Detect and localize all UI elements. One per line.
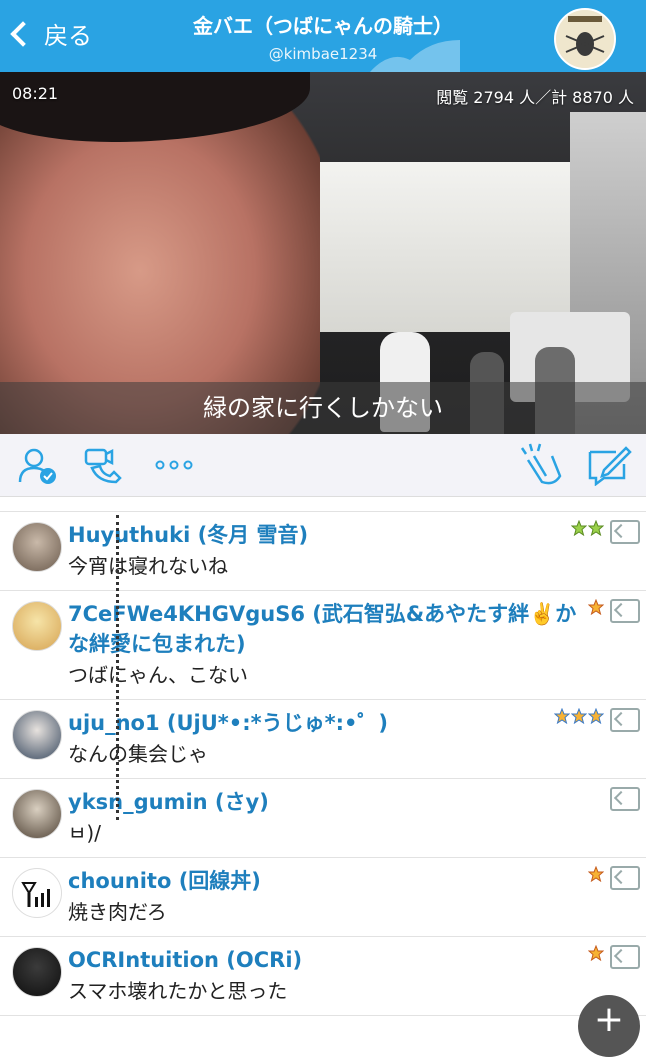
live-video[interactable]: 08:21 閲覧 2794 人／計 8870 人 緑の家に行くしかない: [0, 72, 646, 434]
add-button[interactable]: +: [578, 995, 640, 1057]
comment-list[interactable]: Huyuthuki (冬月 雪音) 今宵は寝れないね 7CeFWe4KHGVgu…: [0, 497, 646, 1024]
stream-subtitle: 緑の家に行くしかない: [0, 382, 646, 434]
partial-comment-row: [0, 497, 646, 512]
reply-icon[interactable]: [610, 787, 640, 811]
commenter-name[interactable]: uju_no1 (UjU*•:*うじゅ*:•゜): [68, 708, 586, 738]
header-wave-decoration: [370, 40, 460, 72]
comment-text: なんの集会じゃ: [68, 742, 208, 766]
commenter-avatar[interactable]: [12, 522, 62, 572]
star-icon: [588, 520, 604, 536]
reply-icon[interactable]: [610, 866, 640, 890]
comment-text: 今宵は寝れないね: [68, 554, 228, 578]
broadcaster-handle: @kimbae1234: [268, 45, 378, 63]
comment-text: 焼き肉だろ: [68, 900, 167, 924]
commenter-name[interactable]: yksn_gumin (さy): [68, 787, 586, 817]
dotted-annotation-line: [116, 515, 129, 820]
comment-item[interactable]: OCRIntuition (OCRi) スマホ壊れたかと思った: [0, 937, 646, 1016]
more-icon[interactable]: [155, 460, 195, 470]
commenter-avatar[interactable]: [12, 601, 62, 651]
broadcaster-avatar[interactable]: [554, 8, 616, 70]
stream-elapsed-time: 08:21: [12, 84, 59, 103]
reply-icon[interactable]: [610, 708, 640, 732]
rank-badge: [588, 945, 604, 961]
comment-text: スマホ壊れたかと思った: [68, 979, 288, 1003]
commenter-avatar[interactable]: [12, 710, 62, 760]
broadcaster-name: 金バエ（つばにゃんの騎士）: [193, 14, 453, 38]
comment-item[interactable]: chounito (回線丼) 焼き肉だろ: [0, 858, 646, 937]
action-toolbar: [0, 434, 646, 497]
commenter-name[interactable]: 7CeFWe4KHGVguS6 (武石智弘&あやたす絆✌️かな絆愛に包まれた): [68, 599, 586, 659]
commenter-name[interactable]: chounito (回線丼): [68, 866, 586, 896]
star-icon: [571, 708, 587, 724]
rank-badge: [588, 599, 604, 615]
app-header: 戻る 金バエ（つばにゃんの騎士） @kimbae1234: [0, 0, 646, 72]
clap-icon[interactable]: [516, 442, 566, 488]
wanted-poster-icon: [556, 10, 614, 68]
star-icon: [588, 708, 604, 724]
reply-icon[interactable]: [610, 599, 640, 623]
signal-bars-icon: [21, 882, 50, 907]
reply-icon[interactable]: [610, 520, 640, 544]
viewer-count: 閲覧 2794 人／計 8870 人: [436, 88, 634, 107]
comment-text: ㅂ)/: [68, 821, 101, 845]
comment-item[interactable]: Huyuthuki (冬月 雪音) 今宵は寝れないね: [0, 512, 646, 591]
comment-item[interactable]: 7CeFWe4KHGVguS6 (武石智弘&あやたす絆✌️かな絆愛に包まれた) …: [0, 591, 646, 700]
comment-item[interactable]: yksn_gumin (さy) ㅂ)/: [0, 779, 646, 858]
commenter-avatar[interactable]: [12, 868, 62, 918]
comment-item[interactable]: uju_no1 (UjU*•:*うじゅ*:•゜) なんの集会じゃ: [0, 700, 646, 779]
commenter-name[interactable]: Huyuthuki (冬月 雪音): [68, 520, 586, 550]
video-call-icon[interactable]: [82, 446, 128, 486]
user-check-icon[interactable]: [16, 446, 60, 486]
commenter-name[interactable]: OCRIntuition (OCRi): [68, 945, 586, 975]
star-icon: [588, 945, 604, 961]
star-icon: [571, 520, 587, 536]
compose-icon[interactable]: [586, 444, 632, 486]
star-icon: [588, 599, 604, 615]
video-background-store: [300, 162, 610, 332]
star-icon: [554, 708, 570, 724]
rank-badge: [588, 866, 604, 882]
commenter-avatar[interactable]: [12, 947, 62, 997]
header-title-block: 金バエ（つばにゃんの騎士） @kimbae1234: [0, 10, 646, 63]
reply-icon[interactable]: [610, 945, 640, 969]
commenter-avatar[interactable]: [12, 789, 62, 839]
star-icon: [588, 866, 604, 882]
rank-badge: [571, 520, 604, 536]
comment-text: つばにゃん、こない: [68, 663, 248, 687]
rank-badge: [554, 708, 604, 724]
